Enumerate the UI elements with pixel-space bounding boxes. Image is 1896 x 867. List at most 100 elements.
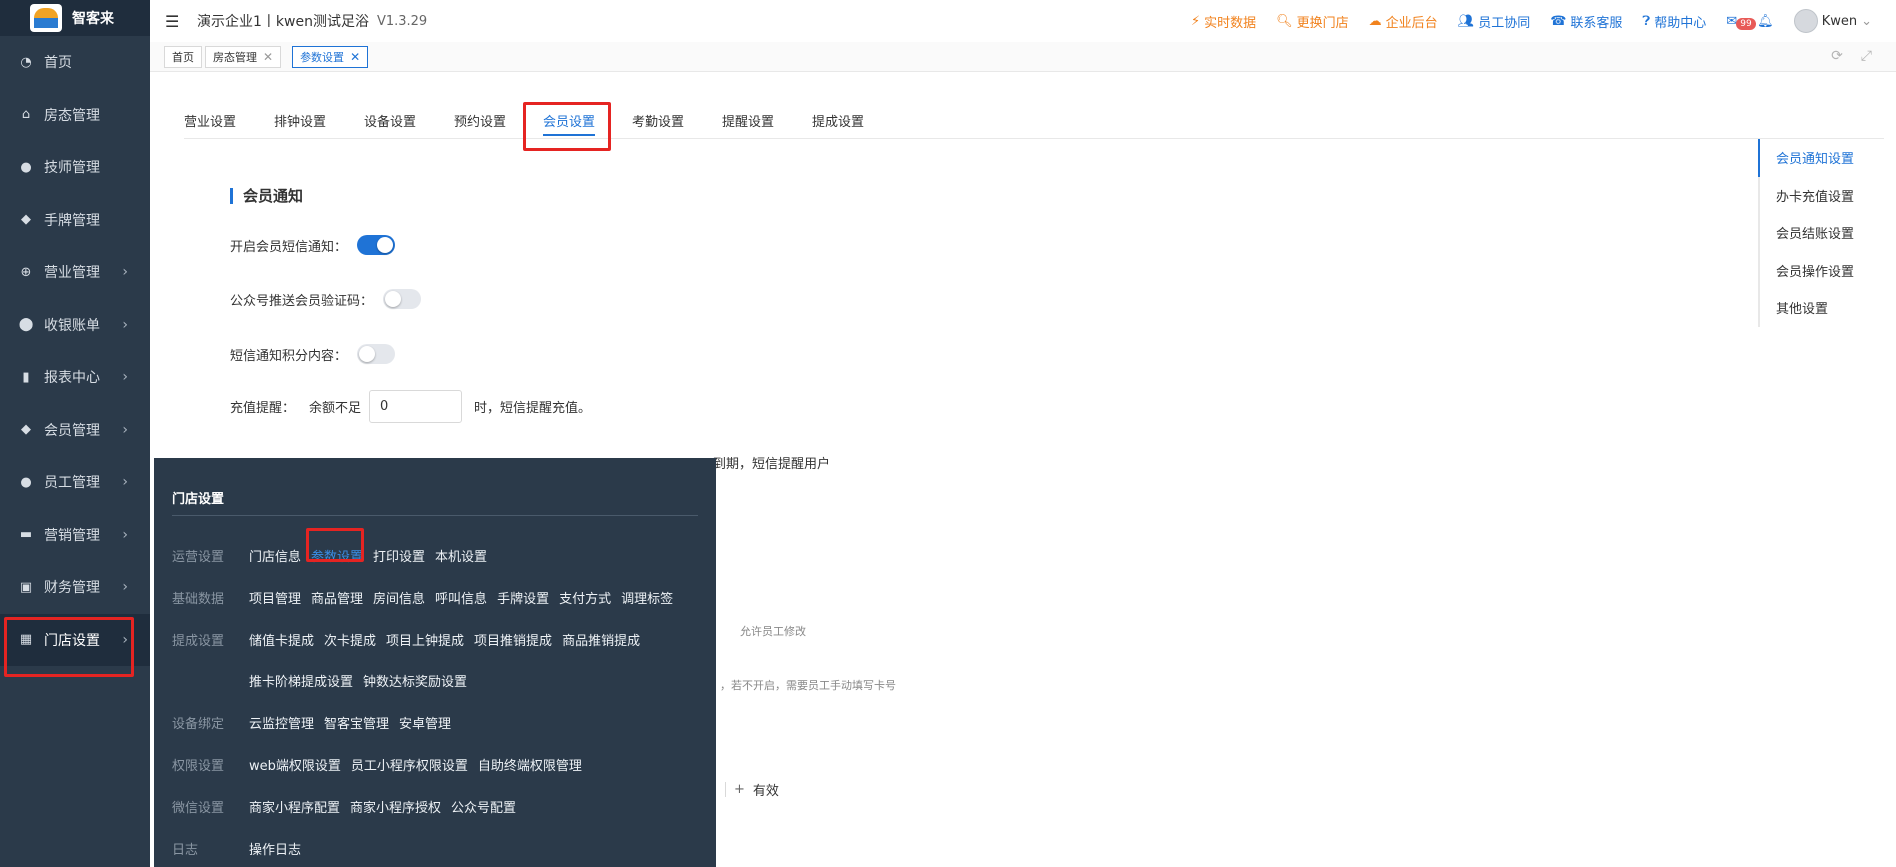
- section-title: 会员通知: [230, 188, 303, 204]
- flyout-row: 推卡阶梯提成设置 钟数达标奖励设置: [172, 671, 477, 690]
- flyout-link[interactable]: 次卡提成: [324, 630, 376, 649]
- logo-icon: [30, 4, 62, 32]
- page-tab-home[interactable]: 首页: [164, 45, 202, 68]
- tab-schedule-settings[interactable]: 排钟设置: [274, 111, 326, 130]
- sidebar-item-label: 手牌管理: [44, 212, 100, 229]
- sidebar-item[interactable]: ● 员工管理 ›: [0, 456, 150, 509]
- tag-icon: ◆: [21, 212, 31, 228]
- flyout-link[interactable]: 操作日志: [249, 839, 301, 858]
- tab-device-settings[interactable]: 设备设置: [364, 111, 416, 130]
- flyout-link[interactable]: 调理标签: [621, 588, 673, 607]
- flyout-link[interactable]: 门店信息: [249, 546, 301, 565]
- switch-store-link[interactable]: 🔍︎ 更换门店: [1276, 12, 1349, 31]
- mail-button[interactable]: ✉ 99: [1726, 14, 1756, 30]
- flyout-link[interactable]: 呼叫信息: [435, 588, 487, 607]
- page-tab-room-status[interactable]: 房态管理 ✕: [205, 45, 282, 68]
- flyout-link[interactable]: 本机设置: [435, 546, 487, 565]
- sidebar-item[interactable]: ▣ 财务管理 ›: [0, 561, 150, 614]
- wechat-code-row: 公众号推送会员验证码：: [230, 289, 422, 309]
- tab-business-settings[interactable]: 营业设置: [184, 111, 236, 130]
- sidebar-item-label: 会员管理: [44, 422, 100, 439]
- recharge-threshold-input[interactable]: 0: [369, 390, 463, 423]
- sidebar-item[interactable]: ▮ 报表中心 ›: [0, 351, 150, 404]
- flyout-link[interactable]: 储值卡提成: [249, 630, 314, 649]
- stepper-plus-icon[interactable]: +: [725, 782, 753, 797]
- sidebar-item[interactable]: ⬤ 收银账单 ›: [0, 299, 150, 352]
- sidebar-item[interactable]: ◆ 手牌管理: [0, 194, 150, 247]
- contact-support-link[interactable]: ☎ 联系客服: [1550, 12, 1622, 31]
- dashboard-icon: ◔: [20, 54, 32, 70]
- close-icon[interactable]: ✕: [350, 50, 360, 64]
- sidebar-item[interactable]: ● 技师管理: [0, 141, 150, 194]
- menu-toggle-icon[interactable]: ☰: [165, 12, 181, 31]
- sidebar-item[interactable]: ⌂ 房态管理: [0, 89, 150, 142]
- sidebar-item[interactable]: ◔ 首页: [0, 36, 150, 89]
- flyout-link[interactable]: 钟数达标奖励设置: [363, 671, 467, 690]
- flyout-row: 微信设置 商家小程序配置 商家小程序授权 公众号配置: [172, 797, 526, 816]
- avatar: [1793, 9, 1818, 33]
- flyout-link[interactable]: 智客宝管理: [324, 713, 389, 732]
- anchor-member-notify[interactable]: 会员通知设置: [1758, 139, 1878, 177]
- close-icon[interactable]: ✕: [263, 50, 273, 64]
- sidebar-item[interactable]: ◆ 会员管理 ›: [0, 404, 150, 457]
- user-icon: ●: [20, 159, 32, 175]
- version-label: V1.3.29: [376, 13, 428, 29]
- flyout-link[interactable]: 安卓管理: [399, 713, 451, 732]
- wechat-code-toggle[interactable]: [383, 289, 422, 309]
- user-icon: ●: [20, 474, 32, 490]
- flyout-link[interactable]: 公众号配置: [451, 797, 516, 816]
- expire-reminder-partial: 天到期，短信提醒用户: [700, 457, 831, 472]
- flyout-link[interactable]: 商品管理: [311, 588, 363, 607]
- flyout-link[interactable]: 云监控管理: [249, 713, 314, 732]
- flyout-category: 设备绑定: [172, 717, 225, 732]
- flyout-link[interactable]: 项目管理: [249, 588, 301, 607]
- flyout-category: 提成设置: [172, 634, 225, 649]
- flyout-link[interactable]: 商家小程序配置: [249, 797, 340, 816]
- flyout-link[interactable]: web端权限设置: [249, 755, 341, 774]
- top-bar: ☰ 演示企业1丨kwen测试足浴 V1.3.29 ⚡ 实时数据 🔍︎ 更换门店 ☁ 企…: [150, 0, 1896, 42]
- flyout-link[interactable]: 项目上钟提成: [386, 630, 464, 649]
- refresh-icon[interactable]: ⟳: [1831, 48, 1843, 64]
- flyout-link[interactable]: 员工小程序权限设置: [351, 755, 468, 774]
- sidebar-item-label: 房态管理: [44, 107, 100, 124]
- staff-collab-link[interactable]: 👥︎ 员工协同: [1458, 12, 1531, 31]
- tab-reminder-settings[interactable]: 提醒设置: [722, 111, 774, 130]
- user-menu[interactable]: Kwen ⌄: [1793, 9, 1872, 33]
- tab-commission-settings[interactable]: 提成设置: [812, 111, 864, 130]
- flyout-link[interactable]: 推卡阶梯提成设置: [249, 671, 353, 690]
- flyout-link[interactable]: 手牌设置: [497, 588, 549, 607]
- enterprise-admin-link[interactable]: ☁ 企业后台: [1369, 12, 1438, 31]
- tab-attendance-settings[interactable]: 考勤设置: [632, 111, 684, 130]
- anchor-member-operation[interactable]: 会员操作设置: [1760, 252, 1878, 290]
- sms-notify-toggle[interactable]: [357, 235, 396, 255]
- users-icon: 👥︎: [1457, 13, 1475, 29]
- moneybag-icon: ⬤: [18, 317, 34, 333]
- chevron-right-icon: ›: [122, 369, 128, 386]
- app-logo[interactable]: 智客来: [0, 0, 150, 36]
- flyout-link[interactable]: 商家小程序授权: [350, 797, 441, 816]
- chevron-down-icon: ⌄: [1861, 13, 1872, 29]
- anchor-card-recharge[interactable]: 办卡充值设置: [1760, 177, 1878, 215]
- flyout-link[interactable]: 商品推销提成: [562, 630, 640, 649]
- realtime-data-link[interactable]: ⚡ 实时数据: [1191, 12, 1256, 31]
- fullscreen-icon[interactable]: ⤢: [1861, 48, 1872, 64]
- help-center-link[interactable]: ❓︎ 帮助中心: [1642, 12, 1706, 31]
- divider: [172, 515, 698, 516]
- bell-icon[interactable]: 🔔︎: [1757, 14, 1774, 29]
- flyout-link[interactable]: 支付方式: [559, 588, 611, 607]
- flyout-link[interactable]: 项目推销提成: [474, 630, 552, 649]
- sidebar-item[interactable]: ▬ 营销管理 ›: [0, 509, 150, 562]
- anchor-member-checkout[interactable]: 会员结账设置: [1760, 214, 1878, 252]
- sidebar-item[interactable]: ⊕ 营业管理 ›: [0, 246, 150, 299]
- chevron-right-icon: ›: [122, 421, 128, 438]
- trend-icon: ⚡: [1190, 13, 1201, 29]
- flyout-link[interactable]: 房间信息: [373, 588, 425, 607]
- flyout-link[interactable]: 自助终端权限管理: [478, 755, 582, 774]
- page-tab-param-settings[interactable]: 参数设置 ✕: [292, 45, 369, 68]
- sms-points-toggle[interactable]: [357, 344, 396, 364]
- note-allow-edit: 允许员工修改: [740, 625, 806, 638]
- tab-booking-settings[interactable]: 预约设置: [454, 111, 506, 130]
- flyout-link[interactable]: 打印设置: [373, 546, 425, 565]
- anchor-other-settings[interactable]: 其他设置: [1760, 289, 1878, 327]
- chevron-right-icon: ›: [122, 474, 128, 491]
